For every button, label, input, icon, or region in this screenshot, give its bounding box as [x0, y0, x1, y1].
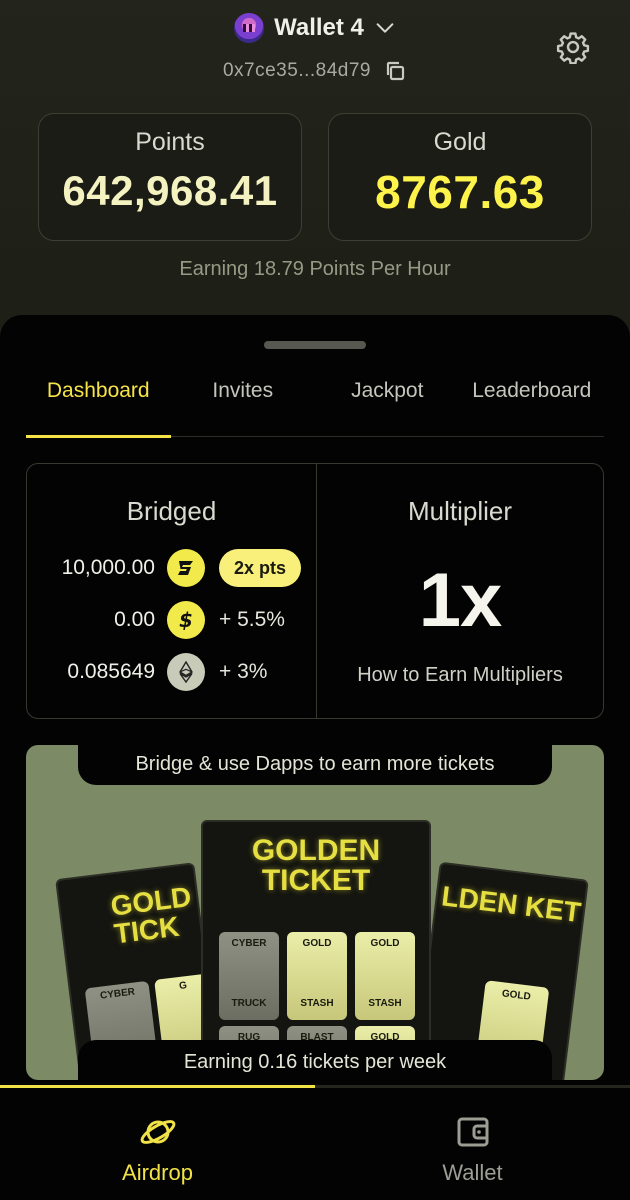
ticket-earning-rate: Earning 0.16 tickets per week	[78, 1040, 552, 1080]
wallet-name[interactable]: Wallet 4	[274, 14, 364, 42]
wallet-selector[interactable]: Wallet 4	[0, 10, 630, 46]
ticket-title: LDEN KET	[439, 880, 583, 929]
avatar	[234, 13, 265, 43]
chevron-down-icon[interactable]	[374, 17, 396, 39]
copy-icon[interactable]	[383, 59, 407, 83]
sheet-handle[interactable]	[264, 341, 366, 349]
bridged-value: 0.085649	[67, 660, 155, 683]
nav-label: Wallet	[442, 1160, 503, 1185]
bridged-value: 10,000.00	[61, 556, 155, 579]
svg-text:$: $	[179, 608, 193, 632]
ticket-cell-caption: STASH	[368, 998, 402, 1009]
ethereum-icon	[167, 653, 205, 691]
points-card: Points 642,968.41	[38, 113, 302, 241]
stats-panel: Bridged 10,000.00 2x pts 0.00 $ + 5.5% 0…	[26, 463, 604, 719]
nav-wallet[interactable]: Wallet	[315, 1088, 630, 1200]
dollar-icon: $	[167, 601, 205, 639]
bottom-sheet: Dashboard Invites Jackpot Leaderboard Br…	[0, 315, 630, 1200]
wallet-header: Wallet 4 0x7ce35...84d79	[0, 10, 630, 86]
multiplier-value: 1x	[418, 558, 503, 643]
ticket-cell-caption: STASH	[300, 998, 334, 1009]
nav-label: Airdrop	[122, 1160, 193, 1185]
top-section: Wallet 4 0x7ce35...84d79 Points 642,968.…	[0, 0, 630, 340]
bottom-nav: Airdrop Wallet	[0, 1088, 630, 1200]
earning-rate: Earning 18.79 Points Per Hour	[179, 258, 451, 280]
golden-ticket-promo[interactable]: GOLD TICK CYBER G LDEN KET GOLD GOLDEN T…	[26, 745, 604, 1080]
bonus-rate: + 3%	[219, 660, 268, 683]
bonus-pill: 2x pts	[219, 549, 301, 587]
ticket-cell-caption: TRUCK	[231, 998, 267, 1009]
promo-banner: Bridge & use Dapps to earn more tickets	[78, 745, 552, 785]
wallet-address: 0x7ce35...84d79	[222, 60, 371, 81]
tab-leaderboard[interactable]: Leaderboard	[460, 373, 605, 436]
gear-icon[interactable]	[556, 30, 590, 64]
blast-icon	[167, 549, 205, 587]
bridged-row-usd: 0.00 $ + 5.5%	[27, 600, 317, 640]
bridged-value: 0.00	[114, 608, 155, 631]
ticket-title: GOLDEN TICKET	[251, 834, 381, 897]
bridged-panel: Bridged 10,000.00 2x pts 0.00 $ + 5.5% 0…	[27, 464, 317, 718]
multiplier-panel: Multiplier 1x How to Earn Multipliers	[317, 464, 603, 718]
wallet-icon[interactable]	[453, 1112, 493, 1152]
gold-label: Gold	[433, 128, 487, 156]
planet-icon[interactable]	[138, 1112, 178, 1152]
bridged-title: Bridged	[126, 496, 217, 526]
gold-value: 8767.63	[375, 166, 545, 218]
points-value: 642,968.41	[62, 167, 278, 214]
tab-dashboard[interactable]: Dashboard	[26, 373, 171, 438]
tab-invites[interactable]: Invites	[171, 373, 316, 436]
tab-jackpot[interactable]: Jackpot	[315, 373, 460, 436]
earn-multipliers-link[interactable]: How to Earn Multipliers	[317, 664, 603, 687]
nav-airdrop[interactable]: Airdrop	[0, 1088, 315, 1200]
bridged-row-eth: 0.085649 + 3%	[27, 652, 317, 692]
ticket-title: GOLD TICK	[108, 881, 193, 950]
points-label: Points	[135, 128, 205, 156]
bonus-rate: + 5.5%	[219, 608, 285, 631]
multiplier-title: Multiplier	[407, 496, 513, 526]
address-row: 0x7ce35...84d79	[0, 56, 630, 86]
gold-card: Gold 8767.63	[328, 113, 592, 241]
tab-bar: Dashboard Invites Jackpot Leaderboard	[26, 373, 605, 438]
bridged-row-blast: 10,000.00 2x pts	[27, 548, 317, 588]
